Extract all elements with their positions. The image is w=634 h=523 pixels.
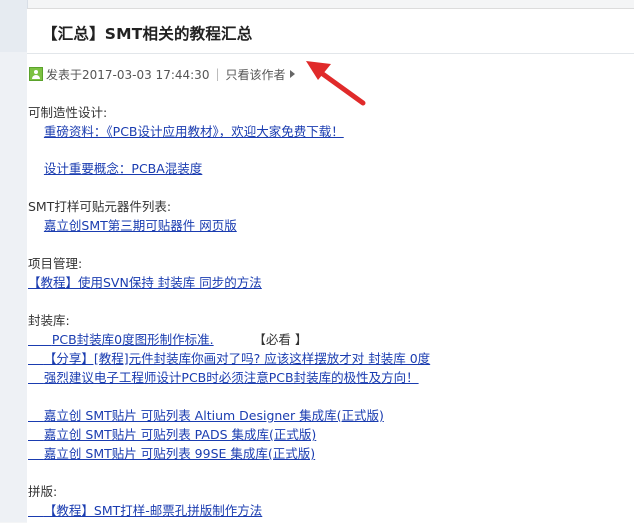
section-heading: 项目管理: — [28, 256, 83, 271]
content-link-text[interactable]: 强烈建议电子工程师设计PCB时必须注意PCB封装库的极性及方向！ — [44, 370, 419, 385]
section-heading: 封装库: — [28, 313, 70, 328]
content-link[interactable]: 嘉立创 SMT贴片 可贴列表 Altium Designer 集成库(正式版) — [28, 408, 384, 423]
content-link[interactable]: 【教程】SMT打样-邮票孔拼版制作方法 — [28, 503, 262, 518]
content-link[interactable]: 重磅资料：《PCB设计应用教材》，欢迎大家免费下载！ — [44, 124, 344, 139]
only-author-link[interactable]: 只看该作者 — [226, 66, 286, 83]
content-link[interactable]: 【分享】[教程]元件封装库你画对了吗? 应该这样摆放才对 封装库 0度 — [28, 351, 430, 366]
title-divider — [27, 53, 634, 54]
post-content: 可制造性设计: 重磅资料：《PCB设计应用教材》，欢迎大家免费下载！ 设计重要概… — [28, 103, 430, 520]
meta-separator: | — [215, 67, 220, 81]
posted-at: 发表于2017-03-03 17:44:30 — [46, 67, 210, 82]
post-meta: 发表于2017-03-03 17:44:30 | 只看该作者 — [29, 65, 295, 83]
section-heading: SMT打样可贴元器件列表: — [28, 199, 172, 214]
content-link-text[interactable]: PCB封装库0度图形制作标准. — [52, 332, 214, 347]
content-link[interactable]: 设计重要概念：PCBA混装度 — [44, 161, 202, 176]
section-heading: 可制造性设计: — [28, 105, 108, 120]
content-link[interactable]: 嘉立创 SMT贴片 可贴列表 PADS 集成库(正式版) — [28, 427, 316, 442]
content-link[interactable]: 嘉立创SMT第三期可贴器件 网页版 — [44, 218, 237, 233]
content-link-text[interactable]: 【分享】[教程]元件封装库你画对了吗? 应该这样摆放才对 封装库 0度 — [44, 351, 430, 366]
must-read-tag: 【必看 】 — [253, 332, 308, 347]
user-icon[interactable] — [29, 67, 43, 81]
content-link[interactable]: PCB封装库0度图形制作标准. — [28, 332, 214, 347]
post-title: 【汇总】SMT相关的教程汇总 — [42, 25, 253, 43]
left-gutter-header — [0, 0, 27, 52]
content-link[interactable]: 强烈建议电子工程师设计PCB时必须注意PCB封装库的极性及方向！ — [28, 370, 419, 385]
content-link-text[interactable]: 【教程】SMT打样-邮票孔拼版制作方法 — [44, 503, 262, 518]
content-link[interactable]: 【教程】使用SVN保持 封装库 同步的方法 — [28, 275, 262, 290]
content-link-text[interactable]: 嘉立创 SMT贴片 可贴列表 PADS 集成库(正式版) — [44, 427, 316, 442]
post-panel: 【汇总】SMT相关的教程汇总 发表于2017-03-03 17:44:30 | … — [27, 8, 634, 523]
content-link[interactable]: 嘉立创 SMT贴片 可贴列表 99SE 集成库(正式版) — [28, 446, 315, 461]
content-link-text[interactable]: 嘉立创 SMT贴片 可贴列表 Altium Designer 集成库(正式版) — [44, 408, 384, 423]
section-heading: 拼版: — [28, 484, 58, 499]
left-gutter — [0, 0, 28, 522]
content-link-text[interactable]: 嘉立创 SMT贴片 可贴列表 99SE 集成库(正式版) — [44, 446, 315, 461]
arrow-right-icon — [289, 70, 295, 78]
